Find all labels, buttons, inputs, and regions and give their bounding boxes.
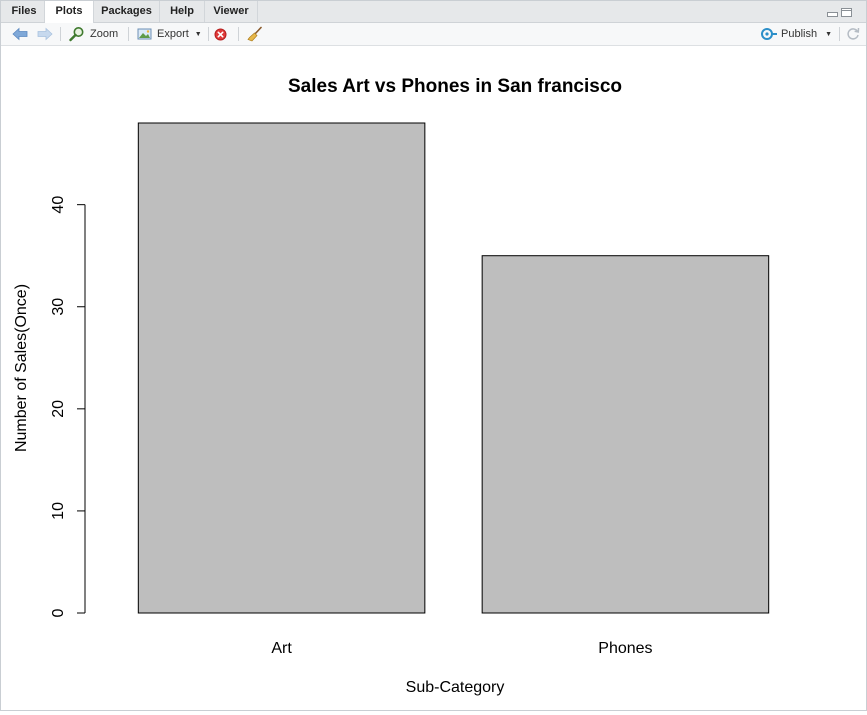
bar-art [137, 122, 426, 614]
back-button[interactable] [12, 23, 28, 45]
refresh-icon [847, 27, 860, 40]
pane-tab-bar: Files Plots Packages Help Viewer [1, 1, 866, 23]
bar-chart: Sales Art vs Phones in San francisco Sub… [13, 76, 770, 696]
y-tick-label: 30 [50, 298, 67, 316]
plots-pane: Files Plots Packages Help Viewer Zoom Ex… [0, 0, 867, 711]
forward-button[interactable] [37, 23, 53, 45]
y-tick-label: 40 [50, 196, 67, 214]
broom-icon [247, 26, 262, 42]
chart-title: Sales Art vs Phones in San francisco [288, 76, 622, 97]
tab-packages[interactable]: Packages [94, 1, 160, 22]
minimize-pane-icon[interactable] [827, 8, 838, 17]
maximize-pane-icon[interactable] [841, 8, 852, 17]
y-axis-label: Number of Sales(Once) [13, 284, 30, 452]
toolbar-separator [128, 27, 129, 41]
tab-viewer[interactable]: Viewer [205, 1, 258, 22]
y-tick-label: 0 [50, 608, 67, 617]
export-menu-button[interactable]: Export ▼ [137, 23, 202, 45]
x-axis-label: Sub-Category [406, 679, 505, 696]
tab-help[interactable]: Help [160, 1, 205, 22]
refresh-plot-button[interactable] [846, 23, 860, 45]
caret-down-icon: ▼ [194, 30, 202, 38]
y-tick-label: 10 [50, 502, 67, 520]
remove-plot-button[interactable] [214, 23, 227, 45]
y-tick-label: 20 [50, 400, 67, 418]
plots-toolbar: Zoom Export ▼ Publish ▼ [1, 23, 866, 46]
zoom-label: Zoom [90, 28, 119, 40]
publish-icon [761, 28, 777, 40]
zoom-button[interactable]: Zoom [69, 23, 118, 45]
arrow-right-icon [37, 27, 53, 41]
export-label: Export [157, 28, 189, 40]
tab-files[interactable]: Files [4, 1, 45, 22]
x-tick-label: Phones [598, 640, 652, 657]
magnifier-icon [69, 27, 84, 42]
plot-viewer: Sales Art vs Phones in San francisco Sub… [1, 46, 866, 710]
export-image-icon [137, 28, 152, 40]
publish-menu-button[interactable]: Publish ▼ [760, 23, 832, 45]
clear-all-plots-button[interactable] [247, 23, 263, 45]
toolbar-separator [60, 27, 61, 41]
toolbar-separator [208, 27, 209, 41]
arrow-left-icon [12, 27, 28, 41]
toolbar-separator [238, 27, 239, 41]
toolbar-separator [839, 27, 840, 41]
x-tick-label: Art [271, 640, 292, 657]
caret-down-icon: ▼ [825, 30, 833, 38]
tab-plots[interactable]: Plots [45, 1, 94, 23]
bar-phones [481, 255, 770, 614]
remove-plot-icon [214, 28, 227, 40]
publish-label: Publish [781, 28, 818, 40]
